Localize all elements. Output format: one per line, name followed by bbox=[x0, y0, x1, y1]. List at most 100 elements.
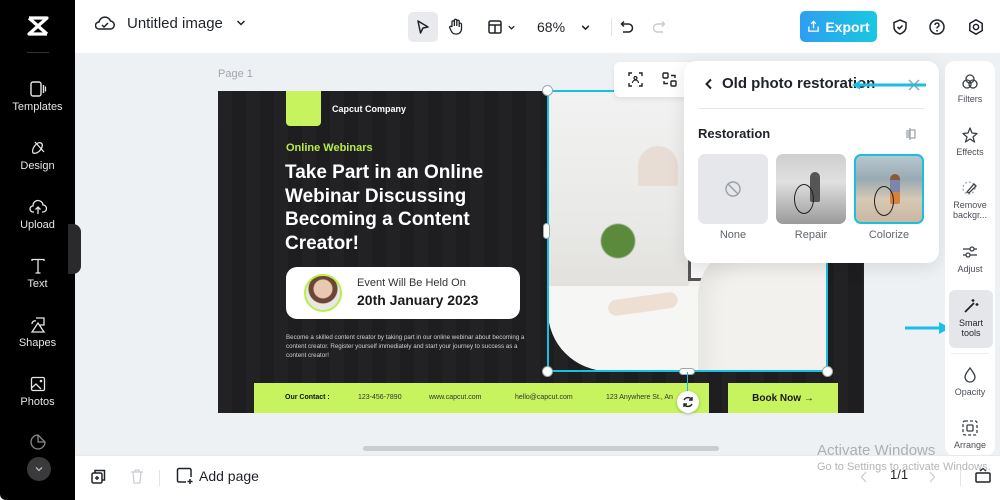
capcut-logo-icon bbox=[26, 16, 49, 36]
upload-icon bbox=[28, 199, 47, 214]
arrange-icon bbox=[962, 420, 978, 436]
rightbar-item-adjust[interactable]: Adjust bbox=[945, 243, 995, 274]
annotation-arrow-left bbox=[852, 80, 926, 90]
page-panel-icon[interactable] bbox=[974, 466, 992, 484]
duplicate-page-icon[interactable] bbox=[90, 468, 107, 485]
select-tool-button[interactable] bbox=[408, 12, 438, 42]
export-icon bbox=[808, 20, 820, 32]
rightbar-item-effects[interactable]: Effects bbox=[945, 126, 995, 157]
bottom-divider bbox=[960, 470, 961, 486]
settings-icon bbox=[969, 18, 983, 36]
contact-email: hello@capcut.com bbox=[515, 394, 573, 401]
contact-label: Our Contact : bbox=[285, 394, 330, 401]
none-icon bbox=[725, 181, 741, 197]
logo-divider bbox=[27, 52, 49, 53]
resize-handle-top-left[interactable] bbox=[542, 85, 553, 96]
rightbar-item-smart-tools[interactable]: Smart tools bbox=[949, 290, 993, 348]
capcut-logo[interactable] bbox=[0, 0, 75, 52]
remove-background-icon bbox=[962, 181, 977, 195]
sidebar-label: Design bbox=[20, 160, 55, 172]
right-toolbar: Filters Effects Remove backgr... Adjust … bbox=[945, 61, 995, 456]
text-icon bbox=[30, 258, 45, 274]
description[interactable]: Become a skilled content creator by taki… bbox=[286, 333, 526, 360]
old-photo-restoration-panel: Old photo restoration Restoration None R… bbox=[684, 61, 939, 263]
stickers-icon bbox=[29, 434, 46, 450]
rightbar-label: Smart tools bbox=[958, 318, 983, 338]
add-page-label: Add page bbox=[199, 467, 259, 484]
add-page-button[interactable]: Add page bbox=[176, 467, 259, 484]
restoration-label: Restoration bbox=[698, 126, 771, 141]
contact-bar[interactable]: Our Contact : 123-456-7890 www.capcut.co… bbox=[254, 383, 709, 413]
sidebar-item-text[interactable]: Text bbox=[0, 257, 75, 290]
horizontal-scrollbar[interactable] bbox=[363, 446, 719, 451]
zoom-level[interactable]: 68% bbox=[537, 19, 565, 35]
next-page-icon[interactable] bbox=[927, 470, 937, 484]
rotate-button[interactable] bbox=[677, 391, 699, 413]
undo-button[interactable] bbox=[616, 12, 638, 42]
rightbar-item-filters[interactable]: Filters bbox=[945, 73, 995, 104]
rightbar-label: Filters bbox=[957, 94, 983, 104]
restoration-option-none[interactable] bbox=[698, 154, 768, 224]
restoration-option-repair[interactable] bbox=[776, 154, 846, 224]
smart-crop-icon[interactable] bbox=[627, 71, 644, 88]
chevron-down-icon bbox=[507, 25, 515, 30]
layout-icon bbox=[487, 20, 502, 34]
resize-handle-bottom-right[interactable] bbox=[822, 366, 833, 377]
photos-icon bbox=[30, 376, 45, 392]
prev-page-icon[interactable] bbox=[859, 470, 869, 484]
sidebar-item-upload[interactable]: Upload bbox=[0, 198, 75, 231]
sidebar-item-design[interactable]: Design bbox=[0, 139, 75, 172]
sidebar-item-photos[interactable]: Photos bbox=[0, 375, 75, 408]
option-label: None bbox=[719, 229, 747, 241]
rotate-icon bbox=[683, 396, 693, 408]
company-name[interactable]: Capcut Company bbox=[332, 104, 406, 114]
sidebar-more-button[interactable] bbox=[27, 457, 51, 481]
title-chevron-down-icon[interactable] bbox=[235, 17, 247, 29]
zoom-dropdown-button[interactable] bbox=[576, 12, 594, 42]
contact-website: www.capcut.com bbox=[429, 394, 482, 401]
logo-block bbox=[286, 91, 321, 126]
settings-button[interactable] bbox=[964, 12, 988, 42]
sidebar-item-stickers[interactable] bbox=[0, 433, 75, 454]
cloud-saved-icon bbox=[95, 16, 115, 30]
document-title[interactable]: Untitled image bbox=[127, 15, 223, 32]
design-icon bbox=[31, 141, 44, 154]
rightbar-divider bbox=[951, 353, 989, 354]
hand-icon bbox=[449, 18, 463, 35]
rightbar-item-remove-background[interactable]: Remove backgr... bbox=[945, 179, 995, 220]
compare-icon[interactable] bbox=[904, 127, 918, 141]
rightbar-label: Adjust bbox=[957, 264, 983, 274]
rightbar-item-opacity[interactable]: Opacity bbox=[945, 366, 995, 397]
contact-phone: 123-456-7890 bbox=[358, 394, 402, 401]
sidebar-item-templates[interactable]: Templates bbox=[0, 80, 75, 113]
sidebar-label: Photos bbox=[20, 396, 55, 408]
resize-handle-bottom-left[interactable] bbox=[542, 366, 553, 377]
delete-page-icon[interactable] bbox=[129, 468, 145, 485]
tagline[interactable]: Online Webinars bbox=[286, 142, 373, 154]
restoration-option-colorize[interactable] bbox=[854, 154, 924, 224]
chevron-down-icon bbox=[581, 24, 589, 30]
layout-tool-button[interactable] bbox=[483, 12, 519, 42]
help-icon bbox=[929, 19, 945, 35]
help-button[interactable] bbox=[925, 12, 949, 42]
book-now-button[interactable]: Book Now → bbox=[728, 383, 838, 413]
export-button[interactable]: Export bbox=[800, 11, 877, 42]
speaker-avatar bbox=[304, 274, 342, 312]
left-sidebar: Templates Design Upload Text Shapes Phot… bbox=[0, 0, 75, 500]
redo-button[interactable] bbox=[648, 12, 670, 42]
replace-icon[interactable] bbox=[661, 71, 678, 88]
shield-check-icon bbox=[893, 19, 907, 35]
rightbar-item-arrange[interactable]: Arrange bbox=[945, 419, 995, 450]
hand-tool-button[interactable] bbox=[444, 12, 468, 42]
shapes-icon bbox=[30, 317, 45, 333]
filters-icon bbox=[962, 74, 978, 89]
sidebar-label: Upload bbox=[20, 219, 55, 231]
event-card[interactable]: Event Will Be Held On 20th January 2023 bbox=[286, 267, 520, 319]
shield-button[interactable] bbox=[888, 12, 912, 42]
sidebar-label: Text bbox=[27, 278, 48, 290]
event-date: 20th January 2023 bbox=[357, 292, 479, 308]
resize-handle-left[interactable] bbox=[543, 223, 550, 239]
sidebar-collapse-handle[interactable] bbox=[68, 224, 81, 274]
sidebar-item-shapes[interactable]: Shapes bbox=[0, 316, 75, 349]
headline[interactable]: Take Part in an Online Webinar Discussin… bbox=[285, 161, 545, 255]
